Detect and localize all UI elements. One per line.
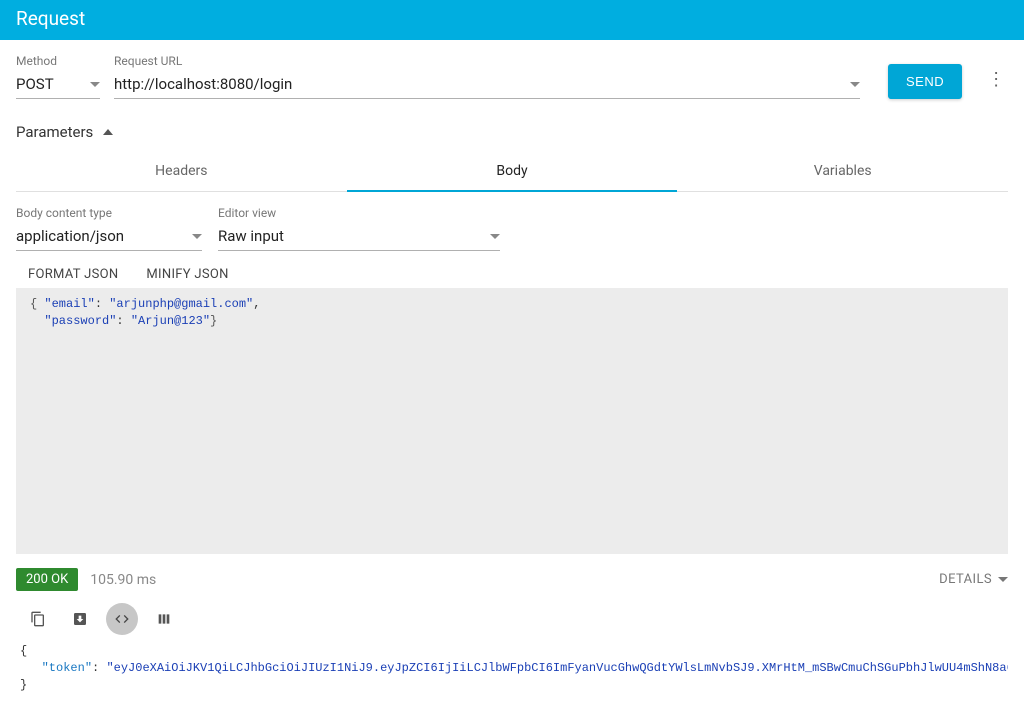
body-content-type-value: application/json (16, 227, 124, 245)
code-view-button[interactable] (106, 603, 138, 635)
chevron-up-icon (103, 129, 113, 135)
details-toggle[interactable]: DETAILS (939, 572, 1008, 587)
status-time: 105.90 ms (90, 572, 156, 588)
editor-view-select[interactable]: Raw input (218, 224, 500, 251)
details-label: DETAILS (939, 572, 992, 587)
status-bar: 200 OK 105.90 ms DETAILS (16, 568, 1008, 591)
body-options: Body content type application/json Edito… (16, 206, 1008, 251)
method-value: POST (16, 75, 54, 93)
columns-icon (156, 611, 172, 627)
caret-down-icon (192, 234, 202, 239)
page-title: Request (16, 7, 85, 30)
parameters-toggle[interactable]: Parameters (16, 123, 1008, 141)
tab-headers[interactable]: Headers (16, 151, 347, 191)
kebab-icon: ⋮ (987, 69, 1005, 90)
caret-down-icon (850, 82, 860, 87)
request-row: Method POST Request URL http://localhost… (16, 54, 1008, 99)
copy-button[interactable] (22, 603, 54, 635)
columns-view-button[interactable] (148, 603, 180, 635)
editor-view-value: Raw input (218, 227, 284, 245)
chevron-down-icon (998, 577, 1008, 582)
download-icon (72, 611, 88, 627)
response-toolbar (16, 597, 1008, 641)
body-content-type-field: Body content type application/json (16, 206, 202, 251)
code-icon (114, 611, 130, 627)
caret-down-icon (90, 82, 100, 87)
response-body[interactable]: { "token": "eyJ0eXAiOiJKV1QiLCJhbGciOiJI… (16, 641, 1008, 702)
download-button[interactable] (64, 603, 96, 635)
editor-view-field: Editor view Raw input (218, 206, 500, 251)
method-select[interactable]: POST (16, 72, 100, 99)
url-input[interactable]: http://localhost:8080/login (114, 72, 860, 99)
caret-down-icon (490, 234, 500, 239)
editor-view-label: Editor view (218, 206, 500, 220)
more-menu-button[interactable]: ⋮ (984, 59, 1008, 99)
body-content-type-select[interactable]: application/json (16, 224, 202, 251)
request-body-editor[interactable]: { "email": "arjunphp@gmail.com", "passwo… (16, 288, 1008, 554)
url-value: http://localhost:8080/login (114, 75, 292, 93)
parameters-label: Parameters (16, 123, 93, 141)
body-content-type-label: Body content type (16, 206, 202, 220)
url-label: Request URL (114, 54, 860, 68)
format-json-button[interactable]: FORMAT JSON (28, 267, 118, 282)
status-badge: 200 OK (16, 568, 78, 591)
parameter-tabs: Headers Body Variables (16, 151, 1008, 192)
method-field: Method POST (16, 54, 100, 99)
tab-variables[interactable]: Variables (677, 151, 1008, 191)
method-label: Method (16, 54, 100, 68)
url-field: Request URL http://localhost:8080/login (114, 54, 860, 99)
json-actions: FORMAT JSON MINIFY JSON (28, 267, 1008, 282)
minify-json-button[interactable]: MINIFY JSON (146, 267, 228, 282)
send-button[interactable]: SEND (888, 64, 962, 99)
title-bar: Request (0, 0, 1024, 40)
main-content: Method POST Request URL http://localhost… (0, 40, 1024, 702)
copy-icon (30, 611, 46, 627)
tab-body[interactable]: Body (347, 151, 678, 191)
status-left: 200 OK 105.90 ms (16, 568, 156, 591)
